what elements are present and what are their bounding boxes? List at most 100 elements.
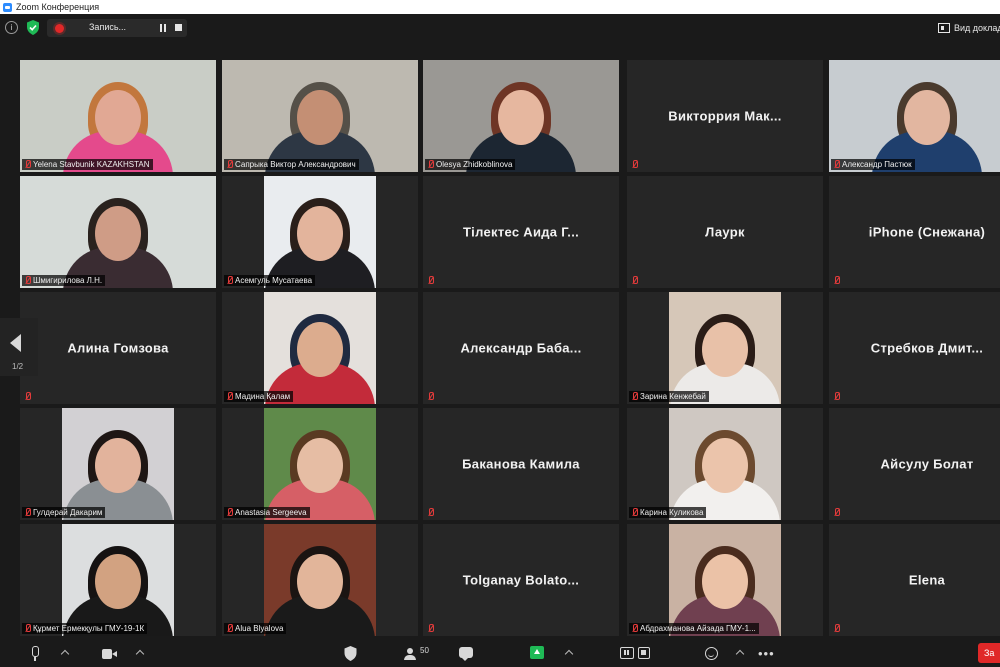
security-shield-icon[interactable] (344, 646, 357, 661)
participant-tile[interactable]: Сапрыка Виктор Александрович (222, 60, 418, 172)
participant-tile[interactable]: Alua Blyalova (222, 524, 418, 636)
muted-mic-icon (631, 276, 638, 285)
participant-face (297, 206, 343, 262)
participants-button[interactable]: 50 (402, 646, 429, 660)
participant-tile[interactable]: Лаурк (627, 176, 823, 288)
participant-tile[interactable]: Асемгуль Мусатаева (222, 176, 418, 288)
participant-tile[interactable]: Olesya Zhidkoblinova (423, 60, 619, 172)
video-camera-icon[interactable] (102, 649, 117, 659)
chevron-up-icon[interactable] (135, 649, 145, 659)
participant-video (264, 292, 376, 404)
participant-label: Alua Blyalova (224, 623, 287, 634)
participant-tile[interactable]: Anastasia Sergeeva (222, 408, 418, 520)
participant-face (95, 554, 141, 610)
participant-name: Баканова Камила (462, 456, 580, 472)
pause-record-icon[interactable] (620, 647, 634, 659)
participant-face (702, 554, 748, 610)
participant-face (95, 206, 141, 262)
participant-label: Александр Пастюк (831, 159, 915, 170)
muted-mic-icon (631, 392, 638, 401)
participant-face (297, 438, 343, 494)
page-indicator: 1/2 (12, 362, 24, 371)
participant-tile[interactable]: Мадина Қалам (222, 292, 418, 404)
participant-label: Сапрыка Виктор Александрович (224, 159, 359, 170)
muted-mic-icon (226, 276, 233, 285)
chevron-up-icon[interactable] (60, 649, 70, 659)
chevron-up-icon[interactable] (735, 649, 745, 659)
participant-tile[interactable]: Зарина Кенжебай (627, 292, 823, 404)
muted-mic-icon (833, 508, 840, 517)
participant-tile[interactable]: Гулдерай Дакарим (20, 408, 216, 520)
share-screen-icon[interactable] (530, 646, 544, 659)
participant-face (297, 322, 343, 378)
participant-label-text: Yelena Stavbunik KAZAKHSTAN (33, 160, 150, 169)
participant-label: Абдрахманова Айзада ГМУ-1... (629, 623, 759, 634)
participant-label-text: Абдрахманова Айзада ГМУ-1... (640, 624, 756, 633)
participant-tile[interactable]: Құрмет Ермекқулы ГМУ-19-1К (20, 524, 216, 636)
participant-name: Стребков Дмит... (870, 340, 984, 356)
participant-video (222, 60, 418, 172)
muted-mic-icon (631, 508, 638, 517)
muted-mic-icon (833, 160, 840, 169)
participant-video (264, 524, 376, 636)
participant-video (264, 176, 376, 288)
participants-icon (402, 648, 418, 660)
participant-video (20, 60, 216, 172)
participant-video (669, 408, 781, 520)
muted-mic-icon (833, 392, 840, 401)
participant-video (669, 524, 781, 636)
muted-mic-icon (24, 508, 31, 517)
participant-name: Tolganay Bolato... (462, 572, 580, 588)
participant-tile[interactable]: Тілектес Аида Г... (423, 176, 619, 288)
participant-tile[interactable]: Айсулу Болат (829, 408, 1000, 520)
muted-mic-icon (427, 160, 434, 169)
participant-face (297, 554, 343, 610)
participant-label-text: Карина Куликова (640, 508, 704, 517)
participant-tile[interactable]: Александр Пастюк (829, 60, 1000, 172)
participant-tile[interactable]: Карина Куликова (627, 408, 823, 520)
participant-name: Тілектес Аида Г... (462, 224, 580, 240)
stop-record-icon[interactable] (638, 647, 650, 659)
microphone-icon[interactable] (30, 646, 40, 661)
participant-face (297, 90, 343, 146)
muted-mic-icon (226, 392, 233, 401)
participant-face (498, 90, 544, 146)
participant-video (62, 408, 174, 520)
end-meeting-button[interactable]: За (978, 643, 1000, 663)
participant-name: Александр Баба... (460, 340, 582, 356)
participant-label: Карина Куликова (629, 507, 707, 518)
participant-label: Yelena Stavbunik KAZAKHSTAN (22, 159, 153, 170)
participant-face (95, 90, 141, 146)
reactions-icon[interactable] (705, 647, 718, 660)
previous-page-button[interactable]: 1/2 (0, 318, 38, 376)
participant-tile[interactable]: Yelena Stavbunik KAZAKHSTAN (20, 60, 216, 172)
participant-gallery: Yelena Stavbunik KAZAKHSTAN Сапрыка Викто… (0, 0, 1000, 667)
participant-tile[interactable]: Баканова Камила (423, 408, 619, 520)
participant-tile[interactable]: Шмигирилова Л.Н. (20, 176, 216, 288)
participant-label-text: Сапрыка Виктор Александрович (235, 160, 356, 169)
chat-icon[interactable] (459, 647, 473, 661)
more-options-icon[interactable]: ••• (758, 646, 775, 661)
participant-tile[interactable]: iPhone (Снежана) (829, 176, 1000, 288)
chevron-up-icon[interactable] (564, 649, 574, 659)
participant-label: Құрмет Ермекқулы ГМУ-19-1К (22, 623, 148, 634)
participant-video (423, 60, 619, 172)
participant-tile[interactable]: Викторрия Мак... (627, 60, 823, 172)
participant-name: Айсулу Болат (880, 456, 974, 472)
participant-label-text: Olesya Zhidkoblinova (436, 160, 513, 169)
muted-mic-icon (24, 276, 31, 285)
participant-tile[interactable]: Tolganay Bolato... (423, 524, 619, 636)
participant-video (829, 60, 1000, 172)
participants-count: 50 (420, 646, 429, 655)
participant-label: Зарина Кенжебай (629, 391, 709, 402)
participant-label-text: Құрмет Ермекқулы ГМУ-19-1К (33, 624, 145, 633)
participant-label: Olesya Zhidkoblinova (425, 159, 516, 170)
participant-tile[interactable]: Elena (829, 524, 1000, 636)
participant-video (264, 408, 376, 520)
muted-mic-icon (24, 624, 31, 633)
participant-tile[interactable]: Алина Гомзова (20, 292, 216, 404)
participant-video (62, 524, 174, 636)
participant-tile[interactable]: Стребков Дмит... (829, 292, 1000, 404)
participant-tile[interactable]: Абдрахманова Айзада ГМУ-1... (627, 524, 823, 636)
participant-tile[interactable]: Александр Баба... (423, 292, 619, 404)
